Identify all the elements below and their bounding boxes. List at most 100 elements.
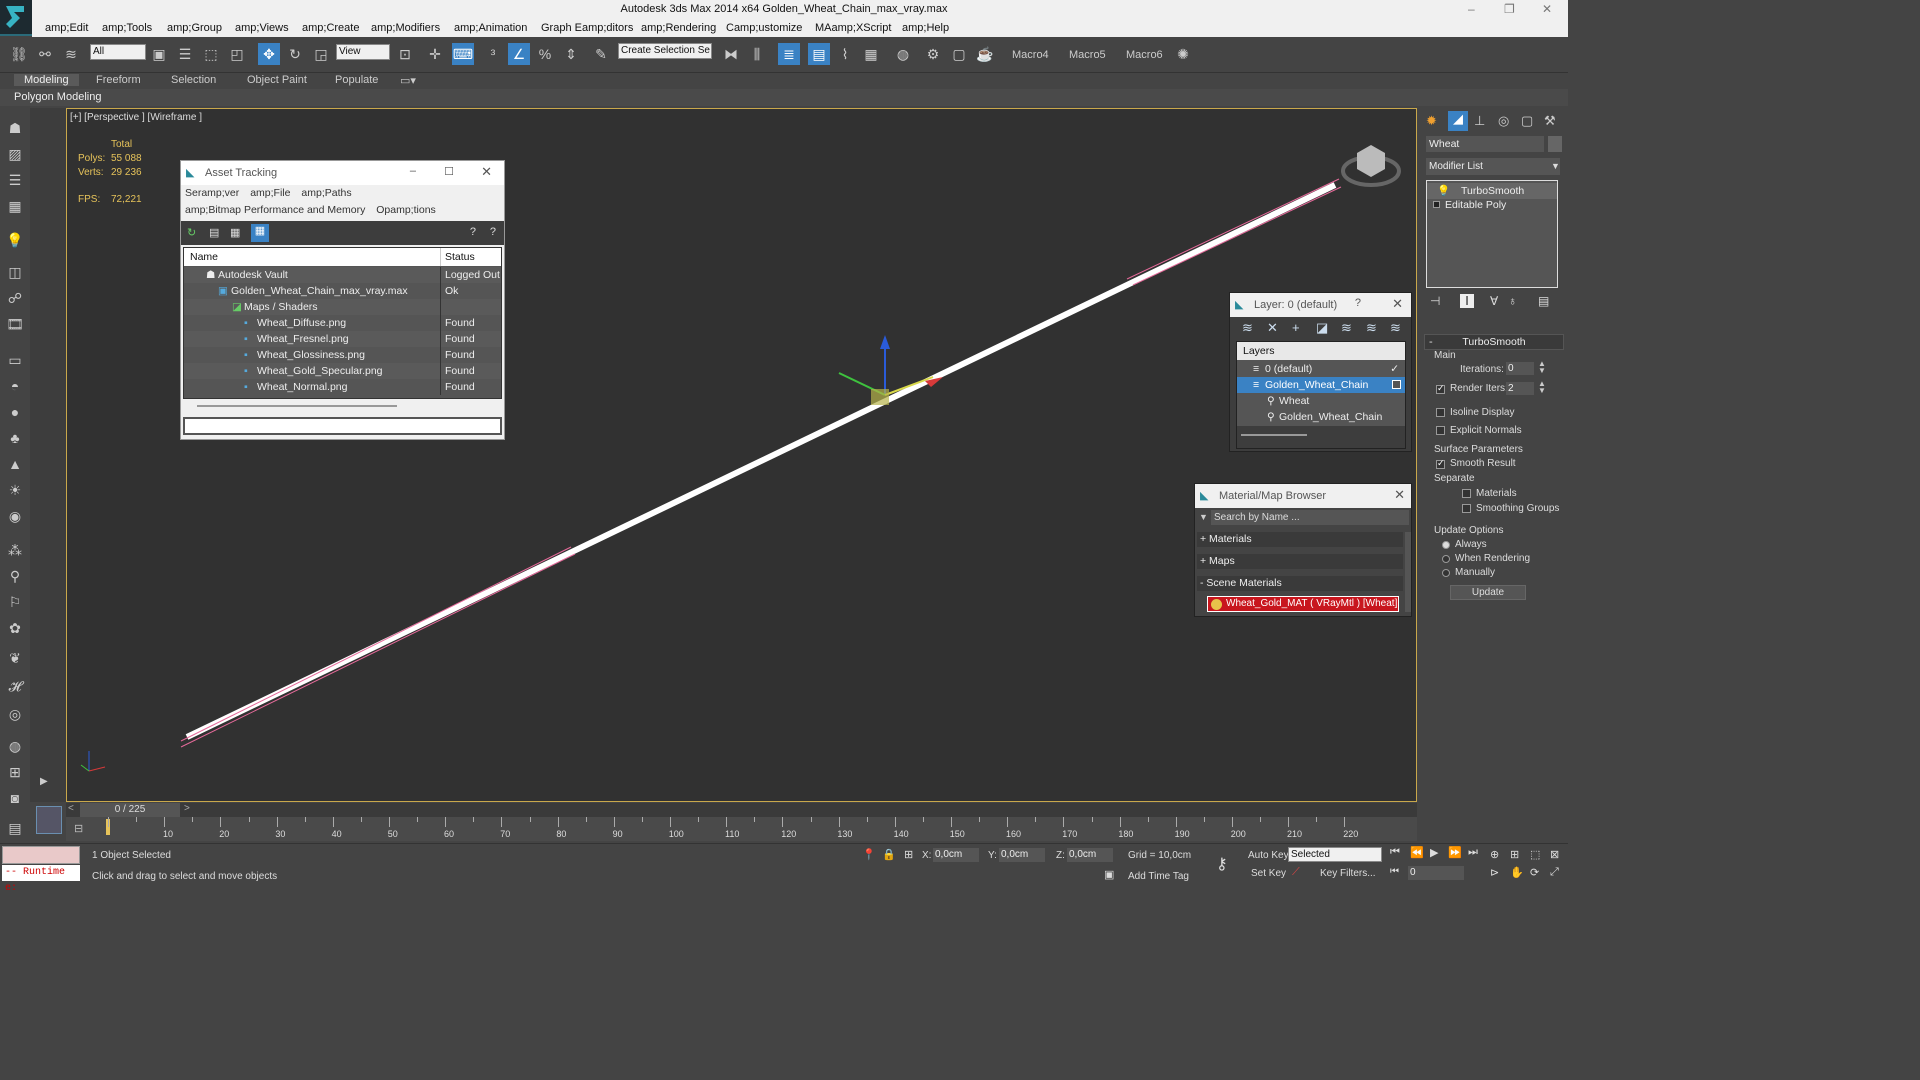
stack-item-editable-poly[interactable]: Editable Poly [1427,197,1557,213]
utilities-tab-icon[interactable]: ⚒ [1544,113,1556,129]
layer-dialog-titlebar[interactable]: ◣ Layer: 0 (default) ? ✕ [1230,293,1411,317]
keyboard-shortcut-icon[interactable]: ⌨ [452,43,474,65]
image-icon[interactable]: ▨ [5,144,25,164]
macro6-button[interactable]: Macro6 [1126,49,1163,61]
named-selection-dropdown[interactable]: Create Selection Se [618,43,712,59]
expand-arrow-icon[interactable]: ▶ [40,776,48,787]
materials-checkbox[interactable] [1462,489,1471,498]
selection-filter-dropdown[interactable]: All [90,44,146,60]
pan-icon[interactable]: ✋ [1510,866,1524,879]
current-frame-field[interactable]: 0 [1408,866,1464,880]
macro4-button[interactable]: Macro4 [1012,49,1049,61]
plane-icon[interactable]: ▭ [5,350,25,370]
expand-box[interactable] [1433,201,1440,208]
menu-group[interactable]: amp;Group [167,22,222,34]
delete-layer-icon[interactable]: ✕ [1267,320,1278,336]
menu-tools[interactable]: amp;Tools [102,22,152,34]
mirror-icon[interactable]: ⧓ [720,43,742,65]
menu-options[interactable]: Opamp;tions [376,204,436,216]
play-icon[interactable]: ▶ [1430,846,1438,859]
menu-modifiers[interactable]: amp;Modifiers [371,22,440,34]
close-button[interactable]: ✕ [1542,2,1552,16]
make-unique-icon[interactable]: ∀ [1490,294,1498,308]
set-key-icon[interactable]: ⟋ [1292,866,1300,879]
render-icon[interactable]: ◙ [5,788,25,808]
isoline-checkbox[interactable] [1436,408,1445,417]
menu-animation[interactable]: amp;Animation [454,22,527,34]
window-crossing-icon[interactable]: ◰ [226,43,248,65]
column-status[interactable]: Status [440,248,475,266]
bind-spacewarp-icon[interactable]: ≋ [60,43,82,65]
group-scene-materials[interactable]: - Scene Materials [1197,576,1403,591]
horizontal-scrollbar[interactable] [1241,434,1307,436]
menu-file[interactable]: amp;File [250,187,290,199]
goto-start-icon[interactable]: ⏮ [1390,846,1400,859]
pivot-center-icon[interactable]: ⊡ [394,43,416,65]
curve-editor-icon[interactable]: ⌇ [834,43,856,65]
edit-named-selection-icon[interactable]: ✎ [590,43,612,65]
time-slider-thumb[interactable]: 0 / 225 [80,803,180,817]
table-row[interactable]: ▪ Wheat_Fresnel.png Found [184,331,501,347]
mini-listener-icon[interactable] [36,806,62,834]
scale-icon[interactable]: ◲ [310,43,332,65]
group-materials[interactable]: + Materials [1197,532,1403,547]
table-row[interactable]: ▪ Wheat_Diffuse.png Found [184,315,501,331]
dome-icon[interactable]: ◓ [5,376,25,396]
sphere-icon[interactable]: ● [5,402,25,422]
wrap-icon[interactable]: ◎ [5,704,25,724]
key-icon[interactable]: ⚷ [1216,854,1228,874]
scene-material-item[interactable]: Wheat_Gold_MAT ( VRayMtl ) [Wheat] [1207,596,1399,612]
list-item[interactable]: ⚲ Wheat [1237,393,1405,409]
grid-icon[interactable]: ▦ [5,196,25,216]
spinner-snap-icon[interactable]: ⇕ [560,43,582,65]
fov-icon[interactable]: ⊳ [1490,866,1499,879]
torus-icon[interactable]: ◉ [5,506,25,526]
motion-tab-icon[interactable]: ◎ [1498,113,1509,129]
maxscript-listener-mini[interactable] [2,846,80,864]
menu-server[interactable]: Seramp;ver [185,187,239,199]
always-radio[interactable] [1442,541,1450,549]
remove-modifier-icon[interactable]: ♁ [1508,294,1517,308]
angle-snap-icon[interactable]: ∠ [508,43,530,65]
grass-icon[interactable]: ♣ [5,428,25,448]
manipulate-icon[interactable]: ✛ [424,43,446,65]
gear-macro-icon[interactable]: ✺ [1172,43,1194,65]
help-button[interactable]: ? [1355,297,1361,309]
table-row[interactable]: ▪ Wheat_Normal.png Found [184,379,501,395]
object-color-swatch[interactable] [1548,136,1562,152]
new-layer-icon[interactable]: ≋ [1242,320,1253,336]
table-row[interactable]: ▪ Wheat_Glossiness.png Found [184,347,501,363]
select-objects-icon[interactable]: ◪ [1316,320,1328,336]
modifier-list-dropdown[interactable]: Modifier List [1426,158,1560,175]
column-name[interactable]: Name [190,248,218,266]
table-view-icon[interactable]: ▦ [230,226,240,239]
maximize-button[interactable]: ☐ [444,165,454,178]
rect-selection-icon[interactable]: ⬚ [200,43,222,65]
select-link-icon[interactable]: ⛓ [8,43,30,65]
spinner-arrows-icon[interactable]: ▲ ▼ [1538,380,1546,395]
select-by-name-icon[interactable]: ☰ [174,43,196,65]
manually-radio[interactable] [1442,569,1450,577]
render-production-icon[interactable]: ☕ [974,43,996,65]
refresh-icon[interactable]: ↻ [187,226,196,239]
shape-icon[interactable]: ⚐ [5,592,25,612]
restore-button[interactable]: ❐ [1504,2,1515,16]
configure-sets-icon[interactable]: ▤ [1538,294,1549,308]
graphite-toggle-icon[interactable]: ▤ [808,43,830,65]
spinner-arrows-icon[interactable]: ▲ ▼ [1538,360,1546,375]
grid-view-icon[interactable]: ▦ [251,224,269,242]
object-name-field[interactable]: Wheat [1426,136,1544,152]
settings-icon[interactable]: ✿ [5,618,25,638]
help-icon[interactable]: ? [470,226,476,238]
zoom-icon[interactable]: ⊕ [1490,848,1499,861]
show-end-result-icon[interactable]: Ⅰ [1460,294,1474,308]
render-iters-checkbox[interactable] [1436,383,1445,394]
key-mode-dropdown[interactable]: Selected [1288,847,1382,862]
minimize-button[interactable]: – [1468,2,1475,16]
modify-tab-icon[interactable]: ◢ [1448,111,1468,131]
select-object-icon[interactable]: ▣ [148,43,170,65]
tab-selection[interactable]: Selection [171,74,216,86]
particles-icon[interactable]: ⁂ [5,540,25,560]
bone-icon[interactable]: ⚲ [5,566,25,586]
auto-key-button[interactable]: Auto Key [1248,850,1289,861]
